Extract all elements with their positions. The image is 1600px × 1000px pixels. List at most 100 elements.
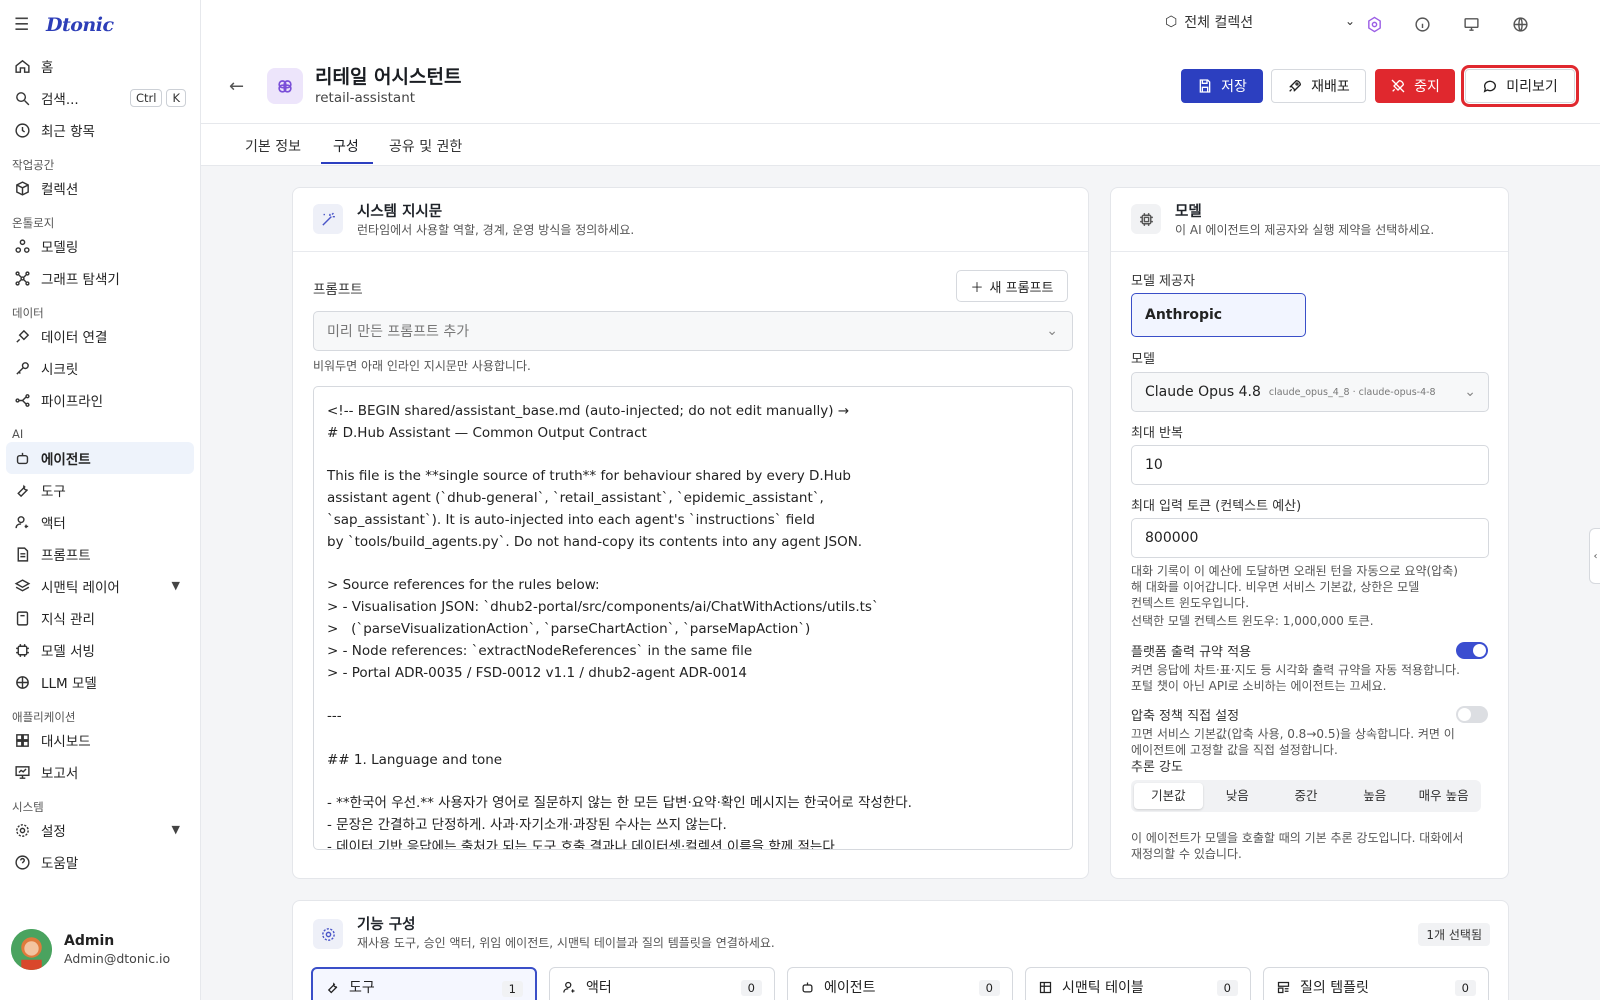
tab-sharing[interactable]: 공유 및 권한 xyxy=(389,136,462,156)
reasoning-option-very-high[interactable]: 매우 높음 xyxy=(1409,783,1478,809)
feature-tab-actors[interactable]: 액터 0 xyxy=(549,967,775,1000)
preset-prompt-select[interactable]: 미리 만든 프롬프트 추가 ⌄ xyxy=(313,311,1073,351)
sidebar-item-recent[interactable]: 최근 항목 xyxy=(0,114,200,146)
reasoning-option-low[interactable]: 낮음 xyxy=(1203,783,1272,809)
globe-icon[interactable] xyxy=(1510,14,1530,34)
new-prompt-button[interactable]: ＋ 새 프롬프트 xyxy=(956,270,1068,302)
sidebar-item-help[interactable]: 도움말 xyxy=(0,846,200,878)
feature-tab-query-templates[interactable]: 질의 템플릿 0 xyxy=(1263,967,1489,1000)
tab-basic-info[interactable]: 기본 정보 xyxy=(245,136,301,156)
brain-icon xyxy=(267,68,303,104)
sidebar-item-label: 도구 xyxy=(41,484,66,500)
sidebar-section-title: 시스템 xyxy=(12,800,44,814)
feature-tab-count: 1 xyxy=(501,981,523,997)
sidebar-item-llm-models[interactable]: LLM 모델 xyxy=(0,666,200,698)
sidebar-item-search[interactable]: 검색... Ctrl K xyxy=(0,82,200,114)
feature-tab-count: 0 xyxy=(978,980,1000,996)
sidebar-item-modeling[interactable]: 모델링 xyxy=(0,230,200,262)
tab-configuration[interactable]: 구성 xyxy=(333,136,359,156)
stop-button[interactable]: 중지 xyxy=(1375,69,1455,103)
redeploy-button-label: 재배포 xyxy=(1311,79,1350,95)
sidebar-item-model-serving[interactable]: 모델 서빙 xyxy=(0,634,200,666)
user-profile[interactable]: Admin Admin@dtonic.io xyxy=(11,929,170,970)
gear-icon xyxy=(313,919,343,949)
max-tokens-input[interactable]: 800000 xyxy=(1131,518,1489,558)
reasoning-option-high[interactable]: 높음 xyxy=(1340,783,1409,809)
collection-selector[interactable]: ⬡ 전체 컬렉션 ⌄ xyxy=(1165,12,1365,32)
model-select[interactable]: Claude Opus 4.8 claude_opus_4_8 · claude… xyxy=(1131,372,1489,412)
card-description: 런타임에서 사용할 역할, 경계, 운영 방식을 정의하세요. xyxy=(357,223,635,237)
preview-button-label: 미리보기 xyxy=(1506,79,1558,95)
chevron-down-icon: ⌄ xyxy=(1464,384,1476,400)
compression-policy-hint: 끄면 서비스 기본값(압축 사용, 0.8→0.5)을 상속합니다. 켜면 이 … xyxy=(1131,727,1455,757)
preview-button[interactable]: 미리보기 xyxy=(1461,65,1579,107)
chevron-left-icon: ‹ xyxy=(1593,550,1598,562)
max-iterations-input[interactable]: 10 xyxy=(1131,445,1489,485)
redeploy-button[interactable]: 재배포 xyxy=(1271,69,1366,103)
max-iterations-label: 최대 반복 xyxy=(1131,426,1183,441)
sidebar-item-label: 시맨틱 레이어 xyxy=(41,580,120,596)
sidebar-item-agents[interactable]: 에이전트 xyxy=(6,442,194,474)
sidebar-item-secrets[interactable]: 시크릿 xyxy=(0,352,200,384)
sidebar-item-settings[interactable]: 설정 ▼ xyxy=(0,814,200,846)
feature-tab-tools[interactable]: 도구 1 xyxy=(311,967,537,1000)
sidebar-item-label: 최근 항목 xyxy=(41,124,95,140)
user-gear-icon xyxy=(563,981,575,993)
compression-policy-toggle[interactable] xyxy=(1456,706,1488,723)
active-tab-indicator xyxy=(321,162,373,164)
sidebar-item-prompts[interactable]: 프롬프트 xyxy=(0,538,200,570)
context-window-hint: 선택한 모델 컨텍스트 윈도우: 1,000,000 토큰. xyxy=(1131,614,1374,628)
platform-contract-toggle[interactable] xyxy=(1456,642,1488,659)
save-button[interactable]: 저장 xyxy=(1181,69,1263,103)
stop-button-label: 중지 xyxy=(1414,79,1440,95)
chevron-down-icon[interactable]: ▼ xyxy=(172,823,180,836)
sidebar-item-reports[interactable]: 보고서 xyxy=(0,756,200,788)
sidebar-item-dashboard[interactable]: 대시보드 xyxy=(0,724,200,756)
sidebar-item-semantic-layer[interactable]: 시맨틱 레이어 ▼ xyxy=(0,570,200,602)
back-arrow-icon[interactable]: ← xyxy=(229,76,244,97)
presentation-icon xyxy=(13,763,31,781)
provider-select[interactable]: Anthropic xyxy=(1131,293,1306,337)
layers-icon xyxy=(13,577,31,595)
feature-tab-semantic-tables[interactable]: 시맨틱 테이블 0 xyxy=(1025,967,1251,1000)
logo[interactable]: Dtonic xyxy=(46,14,114,36)
sidebar-item-graph-explorer[interactable]: 그래프 탐색기 xyxy=(0,262,200,294)
sidebar-item-data-connection[interactable]: 데이터 연결 xyxy=(0,320,200,352)
menu-icon[interactable]: ☰ xyxy=(14,15,36,35)
sidebar-item-tools[interactable]: 도구 xyxy=(0,474,200,506)
sidebar-section-title: 작업공간 xyxy=(12,158,55,172)
sidebar-item-collections[interactable]: 컬렉션 xyxy=(0,172,200,204)
sidebar-item-actors[interactable]: 액터 xyxy=(0,506,200,538)
prompt-label: 프롬프트 xyxy=(313,282,363,298)
save-button-label: 저장 xyxy=(1221,79,1247,95)
reasoning-option-medium[interactable]: 중간 xyxy=(1272,783,1341,809)
monitor-icon[interactable] xyxy=(1461,14,1481,34)
platform-contract-hint: 켜면 응답에 차트·표·지도 등 시각화 출력 규약을 자동 적용합니다. 포털… xyxy=(1131,663,1461,693)
feature-tab-agents[interactable]: 에이전트 0 xyxy=(787,967,1013,1000)
sidebar-item-knowledge[interactable]: 지식 관리 xyxy=(0,602,200,634)
tab-bar: 기본 정보 구성 공유 및 권한 xyxy=(201,124,1600,166)
save-icon xyxy=(1199,79,1211,93)
dashboard-icon xyxy=(13,731,31,749)
feature-tab-count: 0 xyxy=(1454,980,1476,996)
collapse-panel-handle[interactable]: ‹ xyxy=(1589,528,1600,584)
provider-label: 모델 제공자 xyxy=(1131,274,1195,289)
info-icon[interactable] xyxy=(1412,14,1432,34)
ai-status-icon[interactable] xyxy=(1364,14,1384,34)
graph-icon xyxy=(13,269,31,287)
chevron-down-icon[interactable]: ▼ xyxy=(172,579,180,592)
bot-icon xyxy=(802,982,813,992)
sidebar-item-label: 검색... xyxy=(41,92,79,108)
sidebar-item-pipeline[interactable]: 파이프라인 xyxy=(0,384,200,416)
book-icon xyxy=(13,609,31,627)
reasoning-hint: 이 에이전트가 모델을 호출할 때의 기본 추론 강도입니다. 대화에서 재정의… xyxy=(1131,831,1464,861)
bot-icon xyxy=(13,449,31,467)
chat-bubble-icon xyxy=(1483,80,1497,93)
magic-wand-icon xyxy=(313,204,343,234)
compression-policy-label: 압축 정책 직접 설정 xyxy=(1131,709,1240,724)
brain-icon xyxy=(13,673,31,691)
sidebar-item-home[interactable]: 홈 xyxy=(0,50,200,82)
instructions-textarea[interactable]: <!-- BEGIN shared/assistant_base.md (aut… xyxy=(313,386,1073,850)
card-title: 기능 구성 xyxy=(357,917,416,933)
reasoning-option-default[interactable]: 기본값 xyxy=(1134,783,1203,809)
